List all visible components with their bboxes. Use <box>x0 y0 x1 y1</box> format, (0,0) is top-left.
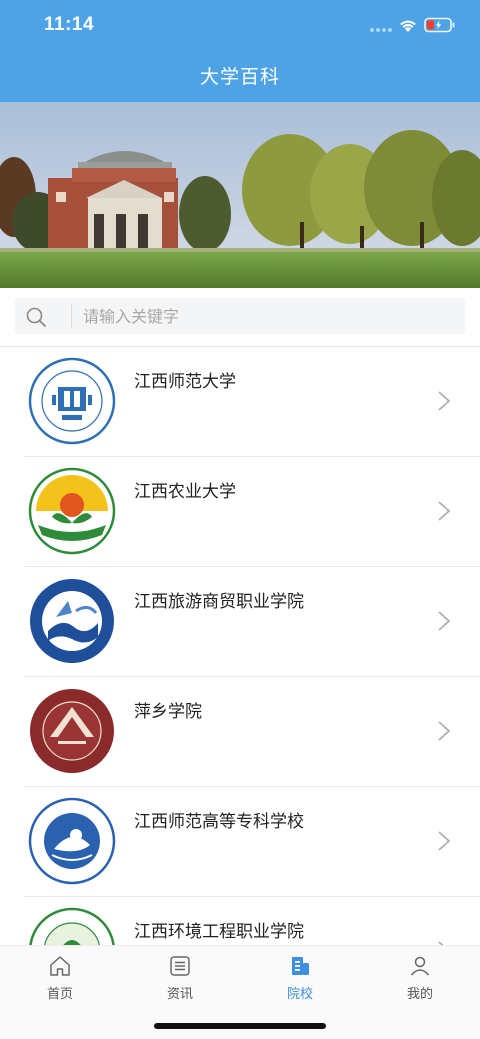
search-input[interactable] <box>83 298 453 334</box>
tab-label: 首页 <box>46 987 73 1002</box>
university-name: 江西旅游商贸职业学院 <box>134 592 304 612</box>
school-icon <box>292 957 309 975</box>
university-logo <box>30 689 114 773</box>
list-item[interactable]: 江西师范高等专科学校 <box>0 787 480 897</box>
cellular-signal-icon <box>370 28 392 32</box>
chevron-right-icon <box>438 391 451 411</box>
tab-news[interactable]: 资讯 <box>120 946 240 1006</box>
chevron-right-icon <box>438 611 451 631</box>
chevron-right-icon <box>438 831 451 851</box>
university-list: 江西师范大学 江西农业大学 江西旅游商贸职业学院 萍乡学院 江西师范高等专科学校… <box>0 347 480 945</box>
home-icon <box>50 956 70 976</box>
tab-schools[interactable]: 院校 <box>240 946 360 1006</box>
chevron-right-icon <box>438 721 451 741</box>
search-area <box>0 288 480 346</box>
list-item[interactable]: 江西农业大学 <box>0 457 480 567</box>
chevron-right-icon <box>438 501 451 521</box>
list-item[interactable]: 江西旅游商贸职业学院 <box>0 567 480 677</box>
status-time: 11:14 <box>44 14 95 35</box>
tab-home[interactable]: 首页 <box>0 946 120 1006</box>
list-item[interactable]: 江西师范大学 <box>0 347 480 457</box>
tab-profile[interactable]: 我的 <box>360 946 480 1006</box>
university-logo <box>28 467 116 555</box>
home-indicator <box>154 1023 326 1029</box>
university-name: 江西师范大学 <box>134 372 236 392</box>
page-title: 大学百科 <box>199 66 280 88</box>
university-name: 江西环境工程职业学院 <box>134 922 304 942</box>
search-icon <box>26 307 46 327</box>
wifi-icon <box>400 20 416 32</box>
news-icon <box>170 956 190 976</box>
university-name: 江西农业大学 <box>134 482 236 502</box>
search-separator <box>71 304 72 328</box>
search-box[interactable] <box>15 298 465 334</box>
status-bar: 11:14 <box>0 0 480 50</box>
university-name: 江西师范高等专科学校 <box>134 812 304 832</box>
tab-label: 我的 <box>406 987 433 1002</box>
tab-label: 院校 <box>286 987 313 1002</box>
app-screen: 11:14 大学百科 请输入关键字 江西师范大学 江西农业大学 江西旅游商贸职业… <box>0 0 480 1039</box>
tab-label: 资讯 <box>166 987 193 1002</box>
app-header: 11:14 大学百科 <box>0 0 480 102</box>
university-logo <box>28 357 116 445</box>
university-logo <box>29 907 115 945</box>
university-logo <box>28 797 116 885</box>
list-item[interactable]: 萍乡学院 <box>0 677 480 787</box>
university-logo <box>30 579 114 663</box>
profile-icon <box>410 956 430 976</box>
list-item[interactable]: 江西环境工程职业学院 <box>0 897 480 945</box>
campus-banner-image <box>0 102 480 288</box>
university-name: 萍乡学院 <box>134 702 202 722</box>
battery-icon <box>424 17 455 33</box>
